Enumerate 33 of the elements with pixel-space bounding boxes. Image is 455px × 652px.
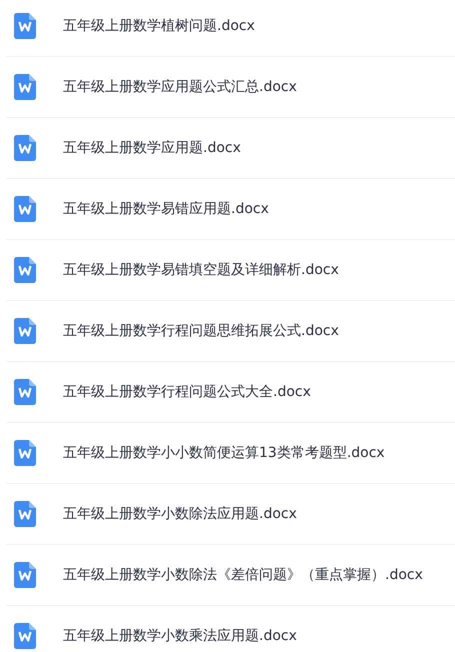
- file-row[interactable]: 五年级上册数学应用题公式汇总.docx: [6, 57, 455, 118]
- word-document-icon: [14, 501, 36, 527]
- file-name: 五年级上册数学易错填空题及详细解析.docx: [63, 261, 339, 279]
- word-document-icon: [14, 562, 36, 588]
- word-document-icon: [14, 440, 36, 466]
- word-document-icon: [14, 13, 36, 39]
- file-row[interactable]: 五年级上册数学易错应用题.docx: [6, 179, 455, 240]
- file-name: 五年级上册数学小数除法应用题.docx: [63, 505, 297, 523]
- file-row[interactable]: 五年级上册数学小数除法《差倍问题》（重点掌握）.docx: [6, 545, 455, 606]
- file-row[interactable]: 五年级上册数学小数乘法应用题.docx: [6, 606, 455, 652]
- word-document-icon: [14, 135, 36, 161]
- file-row[interactable]: 五年级上册数学应用题.docx: [6, 118, 455, 179]
- word-document-icon: [14, 257, 36, 283]
- file-row[interactable]: 五年级上册数学小小数简便运算13类常考题型.docx: [6, 423, 455, 484]
- file-row[interactable]: 五年级上册数学易错填空题及详细解析.docx: [6, 240, 455, 301]
- file-name: 五年级上册数学小数除法《差倍问题》（重点掌握）.docx: [63, 566, 423, 584]
- file-name: 五年级上册数学易错应用题.docx: [63, 200, 269, 218]
- word-document-icon: [14, 318, 36, 344]
- word-document-icon: [14, 74, 36, 100]
- word-document-icon: [14, 379, 36, 405]
- file-name: 五年级上册数学应用题公式汇总.docx: [63, 78, 297, 96]
- file-row[interactable]: 五年级上册数学植树问题.docx: [6, 0, 455, 57]
- file-row[interactable]: 五年级上册数学小数除法应用题.docx: [6, 484, 455, 545]
- file-row[interactable]: 五年级上册数学行程问题思维拓展公式.docx: [6, 301, 455, 362]
- file-name: 五年级上册数学小小数简便运算13类常考题型.docx: [63, 444, 385, 462]
- file-name: 五年级上册数学植树问题.docx: [63, 17, 255, 35]
- file-name: 五年级上册数学行程问题公式大全.docx: [63, 383, 311, 401]
- file-name: 五年级上册数学行程问题思维拓展公式.docx: [63, 322, 339, 340]
- word-document-icon: [14, 623, 36, 649]
- file-name: 五年级上册数学应用题.docx: [63, 139, 241, 157]
- file-name: 五年级上册数学小数乘法应用题.docx: [63, 627, 297, 645]
- file-row[interactable]: 五年级上册数学行程问题公式大全.docx: [6, 362, 455, 423]
- word-document-icon: [14, 196, 36, 222]
